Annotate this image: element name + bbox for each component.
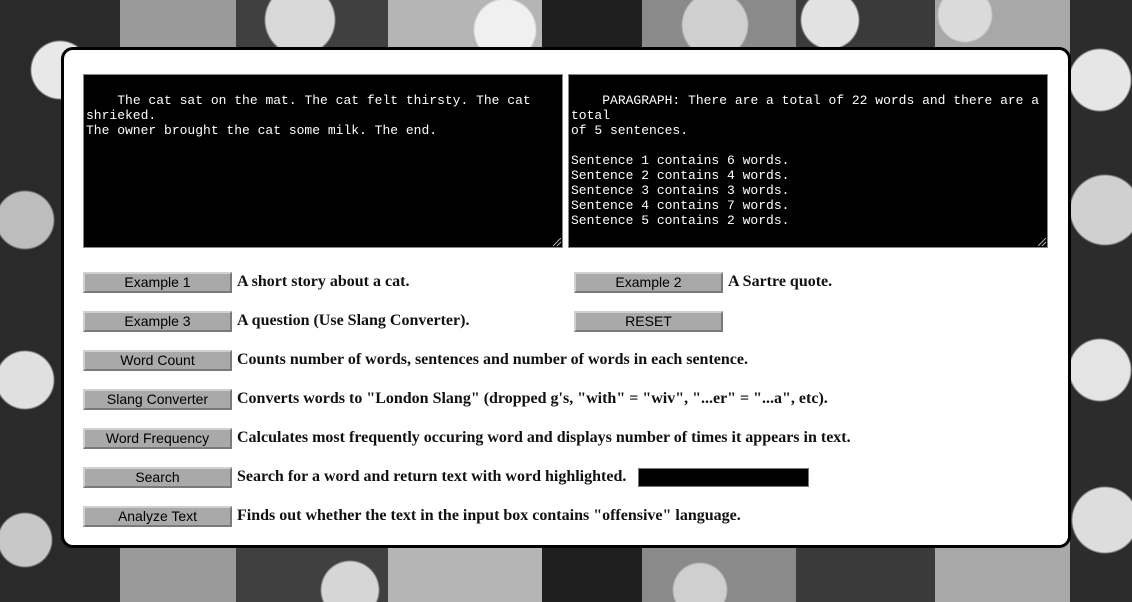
analyze-text-button[interactable]: Analyze Text [83, 505, 232, 527]
resize-grip-icon[interactable] [1038, 238, 1046, 246]
example2-row: Example 2 A Sartre quote. [574, 271, 832, 293]
reset-button[interactable]: RESET [574, 310, 723, 332]
example3-description: A question (Use Slang Converter). [237, 312, 470, 329]
search-description: Search for a word and return text with w… [237, 468, 627, 485]
word-frequency-row: Word Frequency Calculates most frequentl… [83, 427, 851, 449]
main-panel: The cat sat on the mat. The cat felt thi… [61, 47, 1071, 548]
word-frequency-description: Calculates most frequently occuring word… [237, 429, 851, 446]
analyze-text-description: Finds out whether the text in the input … [237, 507, 741, 524]
search-button[interactable]: Search [83, 466, 232, 488]
example2-button[interactable]: Example 2 [574, 271, 723, 293]
input-textarea[interactable]: The cat sat on the mat. The cat felt thi… [83, 74, 563, 248]
resize-grip-icon[interactable] [553, 238, 561, 246]
input-text: The cat sat on the mat. The cat felt thi… [86, 93, 531, 138]
example1-description: A short story about a cat. [237, 273, 410, 290]
slang-converter-button[interactable]: Slang Converter [83, 388, 232, 410]
example3-button[interactable]: Example 3 [83, 310, 232, 332]
output-text: PARAGRAPH: There are a total of 22 words… [571, 93, 1040, 228]
word-count-description: Counts number of words, sentences and nu… [237, 351, 748, 368]
example1-row: Example 1 A short story about a cat. [83, 271, 409, 293]
slang-converter-description: Converts words to "London Slang" (droppe… [237, 390, 828, 407]
word-frequency-button[interactable]: Word Frequency [83, 427, 232, 449]
search-input[interactable] [638, 467, 810, 487]
analyze-text-row: Analyze Text Finds out whether the text … [83, 505, 741, 527]
word-count-button[interactable]: Word Count [83, 349, 232, 371]
word-count-row: Word Count Counts number of words, sente… [83, 349, 748, 371]
example3-row: Example 3 A question (Use Slang Converte… [83, 310, 469, 332]
example2-description: A Sartre quote. [728, 273, 833, 290]
slang-converter-row: Slang Converter Converts words to "Londo… [83, 388, 828, 410]
search-row: Search Search for a word and return text… [83, 466, 810, 488]
output-textarea[interactable]: PARAGRAPH: There are a total of 22 words… [568, 74, 1048, 248]
reset-row: RESET [574, 310, 723, 332]
example1-button[interactable]: Example 1 [83, 271, 232, 293]
